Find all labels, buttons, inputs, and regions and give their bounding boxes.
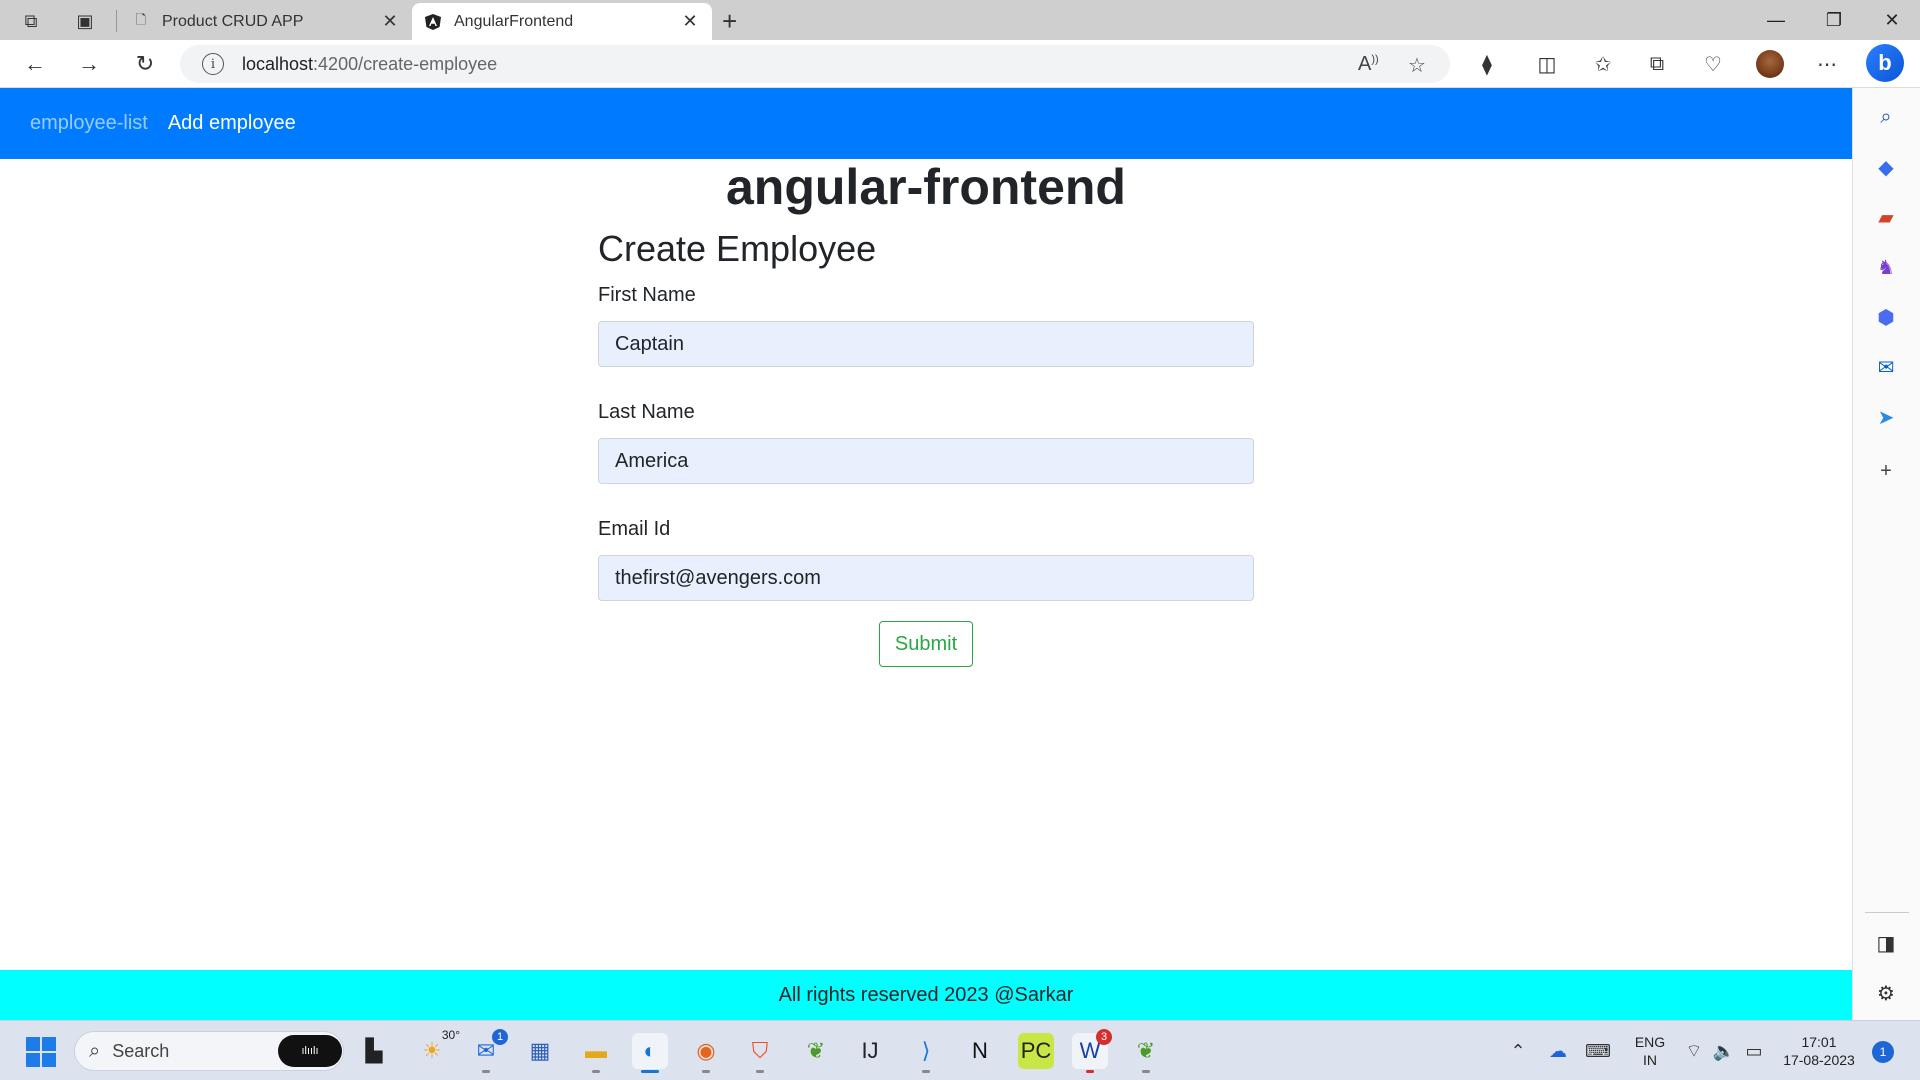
email-input[interactable] — [598, 555, 1254, 601]
browser-toolbar: ← → ↻ i localhost:4200/create-employee A… — [0, 40, 1920, 88]
restore-icon[interactable]: ❐ — [1806, 0, 1862, 40]
start-windows-icon[interactable] — [26, 1037, 56, 1067]
last-name-input[interactable] — [598, 438, 1254, 484]
outlook-icon[interactable]: ✉ — [1871, 352, 1901, 382]
footer-text: All rights reserved 2023 @Sarkar — [778, 983, 1074, 1006]
sidebar-divider — [1865, 912, 1909, 913]
add-sidebar-icon[interactable]: + — [1871, 456, 1901, 486]
angular-icon — [424, 13, 442, 31]
clock[interactable]: 17:01 17-08-2023 — [1776, 1033, 1862, 1069]
keyboard-icon[interactable]: ⌨ — [1580, 1033, 1616, 1069]
drop-icon[interactable]: ➤ — [1871, 402, 1901, 432]
nav-link-employee-list[interactable]: employee-list — [30, 112, 148, 135]
more-menu-icon[interactable]: ⋯ — [1812, 50, 1842, 78]
favorites-icon[interactable]: ✩ — [1588, 50, 1618, 78]
cisco-icon[interactable]: ılıılı — [278, 1035, 342, 1067]
page-footer: All rights reserved 2023 @Sarkar — [0, 970, 1852, 1020]
app-title: angular-frontend — [726, 159, 1126, 215]
chevron-up-icon[interactable]: ⌃ — [1500, 1033, 1536, 1069]
split-screen-icon[interactable]: ◫ — [1532, 50, 1562, 78]
mail-badge: 1 — [492, 1029, 508, 1045]
web-page: employee-list Add employee angular-front… — [0, 88, 1852, 1020]
address-bar[interactable]: i localhost:4200/create-employee A)) ☆ — [180, 45, 1450, 83]
new-tab-icon[interactable]: + — [722, 6, 737, 37]
spring-boot-icon[interactable]: ❦ — [1128, 1033, 1164, 1073]
task-view-icon[interactable]: ▙ — [356, 1033, 392, 1069]
tab-title: AngularFrontend — [454, 12, 574, 30]
weather-icon[interactable]: ☀ 30° — [414, 1028, 460, 1069]
email-label: Email Id — [598, 518, 671, 540]
settings-gear-icon[interactable]: ⚙ — [1871, 978, 1901, 1008]
site-info-icon[interactable]: i — [202, 53, 224, 75]
nav-link-add-employee[interactable]: Add employee — [168, 112, 296, 135]
windows-taskbar: ⌕ Search ılıılı ▙ ☀ 30° ✉ 1 ▦ ▬ ◐ ◉ ⛉ ❦ IJ… — [0, 1020, 1920, 1080]
battery-icon[interactable]: ▭ — [1736, 1033, 1772, 1069]
edge-icon[interactable]: ◐ — [632, 1033, 668, 1073]
search-icon: ⌕ — [89, 1039, 101, 1062]
intellij-icon[interactable]: IJ — [852, 1033, 888, 1069]
browser-essentials-icon[interactable]: ♡ — [1698, 50, 1728, 78]
extensions-icon[interactable]: ⧫ — [1472, 50, 1502, 78]
spring-tool-icon[interactable]: ❦ — [798, 1033, 834, 1069]
forward-icon[interactable]: → — [72, 48, 106, 80]
browser-tab-strip: ⧉ ▣ 🗋 Product CRUD APP ✕ AngularFrontend… — [0, 0, 1920, 40]
file-explorer-icon[interactable]: ▬ — [578, 1033, 614, 1073]
collections-icon[interactable]: ⧉ — [1642, 50, 1672, 78]
create-employee-form: Create Employee First Name Last Name Ema… — [598, 228, 1254, 667]
first-name-input[interactable] — [598, 321, 1254, 367]
last-name-label: Last Name — [598, 401, 695, 423]
form-heading: Create Employee — [598, 228, 877, 269]
office-icon[interactable]: ⬢ — [1871, 302, 1901, 332]
language-indicator[interactable]: ENG IN — [1630, 1033, 1670, 1069]
tab-separator — [116, 10, 117, 32]
tab-title: Product CRUD APP — [162, 12, 304, 30]
page-icon: 🗋 — [135, 11, 147, 27]
read-aloud-icon[interactable]: A)) — [1358, 53, 1379, 76]
edge-sidebar: ⌕ ◆ ▰ ♞ ⬢ ✉ ➤ + ◨ ⚙ — [1852, 88, 1920, 1020]
webex-icon[interactable]: W3 — [1072, 1029, 1112, 1073]
url-text: localhost:4200/create-employee — [242, 53, 498, 74]
minimize-icon[interactable]: — — [1748, 0, 1804, 40]
profile-avatar[interactable] — [1756, 50, 1784, 78]
weather-temp: 30° — [441, 1028, 460, 1042]
workspaces-icon[interactable]: ⧉ — [18, 8, 44, 34]
mail-icon[interactable]: ✉ 1 — [468, 1029, 508, 1073]
tab-actions-icon[interactable]: ▣ — [72, 8, 98, 34]
first-name-label: First Name — [598, 284, 696, 306]
close-tab-icon[interactable]: ✕ — [380, 11, 400, 32]
pycharm-icon[interactable]: PC — [1018, 1033, 1054, 1069]
app-navbar: employee-list Add employee — [0, 88, 1852, 159]
games-icon[interactable]: ♞ — [1871, 252, 1901, 282]
store-icon[interactable]: ▦ — [522, 1033, 558, 1069]
firefox-icon[interactable]: ◉ — [688, 1033, 724, 1073]
close-tab-icon[interactable]: ✕ — [680, 11, 700, 32]
search-icon[interactable]: ⌕ — [1871, 102, 1901, 132]
submit-button[interactable]: Submit — [879, 621, 973, 667]
bing-copilot-icon[interactable]: b — [1866, 44, 1904, 82]
tools-icon[interactable]: ▰ — [1871, 202, 1901, 232]
brave-icon[interactable]: ⛉ — [742, 1033, 778, 1073]
vscode-icon[interactable]: ⟩ — [908, 1033, 944, 1073]
taskbar-search-label: Search — [112, 1040, 170, 1061]
close-window-icon[interactable]: ✕ — [1864, 0, 1920, 40]
favorite-star-icon[interactable]: ☆ — [1408, 53, 1426, 78]
refresh-icon[interactable]: ↻ — [128, 48, 162, 80]
tab-product-crud[interactable]: 🗋 Product CRUD APP ✕ — [120, 3, 412, 40]
notion-icon[interactable]: N — [962, 1033, 998, 1069]
notification-badge[interactable]: 1 — [1872, 1041, 1894, 1063]
onedrive-icon[interactable]: ☁ — [1540, 1033, 1576, 1069]
back-icon[interactable]: ← — [18, 48, 52, 80]
tab-angular-frontend[interactable]: AngularFrontend ✕ — [412, 3, 712, 40]
webex-badge: 3 — [1096, 1029, 1112, 1045]
hide-sidebar-icon[interactable]: ◨ — [1871, 928, 1901, 958]
shopping-tag-icon[interactable]: ◆ — [1871, 152, 1901, 182]
